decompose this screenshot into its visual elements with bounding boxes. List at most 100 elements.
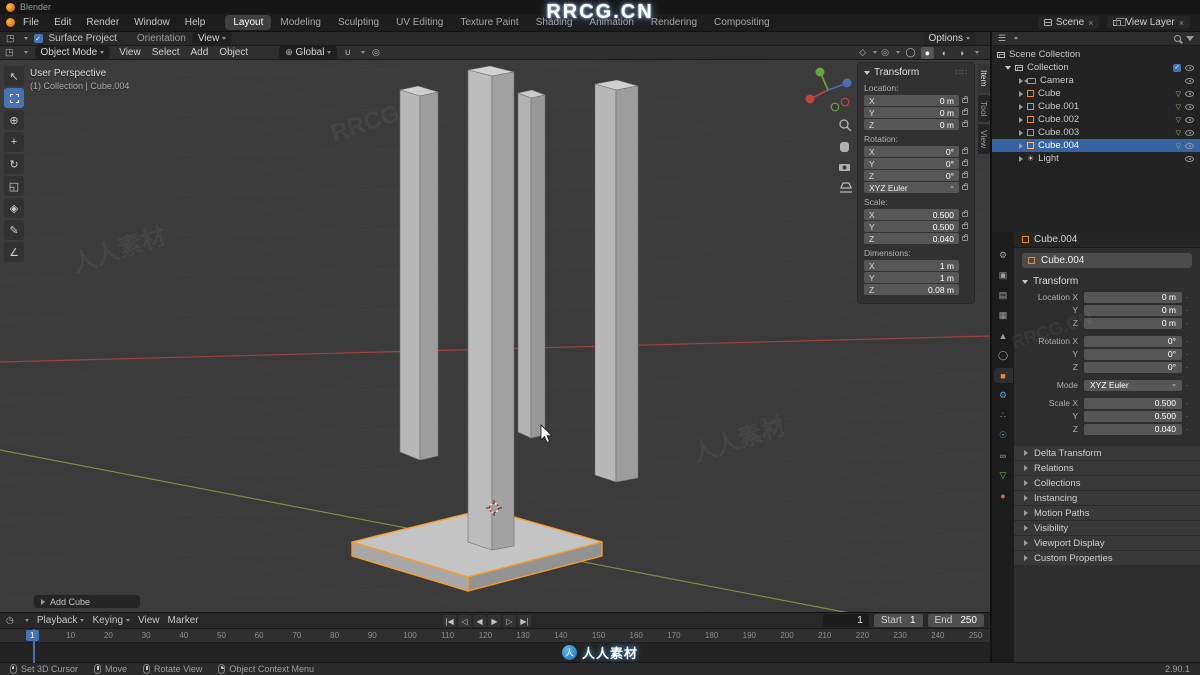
outliner-row-cube-001[interactable]: Cube.001 ▽	[992, 100, 1200, 113]
pillar-mesh-center[interactable]	[467, 65, 515, 551]
visibility-eye-icon[interactable]	[1185, 64, 1194, 71]
menu-file[interactable]: File	[16, 15, 46, 30]
prop-value[interactable]: 0.500	[1084, 397, 1182, 409]
timeline-tick[interactable]: 30	[142, 631, 151, 640]
snap-magnet-icon[interactable]: ∪	[344, 47, 351, 58]
decorate-dot-icon[interactable]: ·	[1182, 399, 1192, 408]
dimensions-x-field[interactable]: X 1 m	[864, 260, 968, 271]
prop-location-y[interactable]: Y 0 m ·	[1022, 304, 1192, 316]
location-x-field[interactable]: X 0 m	[864, 95, 968, 106]
tool-rotate[interactable]: ↻	[4, 154, 24, 174]
pillar-mesh-left[interactable]	[398, 85, 440, 461]
transform-section-header[interactable]: Transform	[1022, 276, 1192, 287]
tool-cursor[interactable]: ⊕	[4, 110, 24, 130]
editor-type-icon[interactable]: ◳	[6, 33, 15, 44]
properties-tab-output[interactable]: ▤	[994, 288, 1013, 303]
playhead-frame-label[interactable]: 1	[26, 630, 39, 641]
properties-tab-particles[interactable]: ∴	[994, 408, 1013, 423]
viewport-menu-view[interactable]: View	[117, 47, 143, 58]
panel-relations[interactable]: Relations	[1014, 460, 1200, 475]
expand-icon[interactable]	[1019, 155, 1023, 162]
location-z-field[interactable]: Z 0 m	[864, 119, 968, 130]
timeline-tick[interactable]: 240	[931, 631, 944, 640]
timeline-menu-playback[interactable]: Playback	[37, 615, 85, 626]
decorate-dot-icon[interactable]: ·	[1182, 293, 1192, 302]
play-reverse-button[interactable]: ◀	[473, 615, 486, 627]
timeline-tick[interactable]: 250	[969, 631, 982, 640]
expand-icon[interactable]	[1019, 129, 1023, 136]
scale-z-field[interactable]: Z 0.040	[864, 233, 968, 244]
timeline-tick[interactable]: 80	[330, 631, 339, 640]
pillar-mesh-right[interactable]	[594, 79, 639, 483]
decorate-dot-icon[interactable]: ·	[1182, 425, 1192, 434]
gizmo-x-axis[interactable]	[805, 94, 815, 104]
object-name-field[interactable]: Cube.004	[1022, 253, 1192, 268]
properties-tab-world[interactable]: ◯	[994, 348, 1013, 363]
panel-delta-transform[interactable]: Delta Transform	[1014, 445, 1200, 460]
timeline-tick[interactable]: 130	[516, 631, 529, 640]
prop-value[interactable]: 0°	[1084, 335, 1182, 347]
decorate-dot-icon[interactable]: ·	[1182, 319, 1192, 328]
timeline-tick[interactable]: 140	[554, 631, 567, 640]
decorate-dot-icon[interactable]: ·	[1182, 363, 1192, 372]
decorate-dot-icon[interactable]: ·	[1182, 306, 1192, 315]
tool-annotate[interactable]: ✎	[4, 220, 24, 240]
end-frame-field[interactable]: End 250	[927, 614, 984, 627]
workspace-tab-animation[interactable]: Animation	[581, 15, 641, 30]
visibility-eye-icon[interactable]	[1185, 116, 1194, 123]
lock-icon[interactable]	[962, 147, 968, 154]
scene-unlink-icon[interactable]: ×	[1088, 18, 1093, 28]
expand-icon[interactable]	[1019, 90, 1023, 97]
tool-tweak[interactable]: ↖	[4, 66, 24, 86]
panel-title[interactable]: Transform	[874, 67, 919, 78]
pillar-mesh-narrow[interactable]	[516, 89, 547, 439]
prop-value[interactable]: 0 m	[1084, 304, 1182, 316]
outliner-row-cube-002[interactable]: Cube.002 ▽	[992, 113, 1200, 126]
workspace-tab-modeling[interactable]: Modeling	[272, 15, 329, 30]
tool-measure[interactable]: ∠	[4, 242, 24, 262]
tool-transform[interactable]: ◈	[4, 198, 24, 218]
operator-panel-add-cube[interactable]: Add Cube	[34, 595, 140, 608]
decorate-dot-icon[interactable]: ·	[1182, 412, 1192, 421]
properties-tab-scene[interactable]: ▲	[994, 328, 1013, 343]
properties-tab-view-layer[interactable]: ▦	[994, 308, 1013, 323]
shading-rendered-icon[interactable]: ◑	[955, 47, 968, 59]
lock-icon[interactable]	[962, 159, 968, 166]
lock-icon[interactable]	[962, 96, 968, 103]
panel-viewport-display[interactable]: Viewport Display	[1014, 535, 1200, 550]
outliner-row-scene-collection[interactable]: Scene Collection	[992, 48, 1200, 61]
timeline-tick[interactable]: 170	[667, 631, 680, 640]
timeline-tick[interactable]: 200	[780, 631, 793, 640]
outliner-row-camera[interactable]: Camera	[992, 74, 1200, 87]
location-y-field[interactable]: Y 0 m	[864, 107, 968, 118]
rotation-y-field[interactable]: Y 0°	[864, 158, 968, 169]
overlays-toggle-icon[interactable]: ◎	[881, 47, 889, 58]
decorate-dot-icon[interactable]: ·	[1182, 381, 1192, 390]
workspace-tab-uv-editing[interactable]: UV Editing	[388, 15, 451, 30]
sidebar-tab-view[interactable]: View	[978, 124, 990, 155]
timeline-tick[interactable]: 70	[292, 631, 301, 640]
lock-icon[interactable]	[962, 210, 968, 217]
expand-icon[interactable]	[1019, 77, 1023, 84]
scene-selector[interactable]: Scene ×	[1037, 16, 1100, 29]
tool-orientation-dropdown[interactable]: View	[191, 32, 233, 45]
timeline-tick[interactable]: 180	[705, 631, 718, 640]
tool-scale[interactable]: ◱	[4, 176, 24, 196]
workspace-tab-shading[interactable]: Shading	[528, 15, 581, 30]
outliner-row-cube[interactable]: Cube ▽	[992, 87, 1200, 100]
shading-material-icon[interactable]: ◐	[938, 47, 951, 59]
panel-custom-properties[interactable]: Custom Properties	[1014, 550, 1200, 565]
gizmo-y-axis-negative[interactable]	[830, 102, 840, 112]
camera-view-icon[interactable]	[839, 164, 850, 171]
prop-value[interactable]: 0 m	[1084, 291, 1182, 303]
jump-to-start-button[interactable]: |◀	[443, 615, 456, 627]
blender-menu-icon[interactable]	[6, 18, 15, 27]
expand-icon[interactable]	[1019, 103, 1023, 110]
navigation-gizmo[interactable]	[805, 67, 852, 112]
prop-scale-z[interactable]: Z 0.040 ·	[1022, 423, 1192, 435]
prop-value[interactable]: 0.500	[1084, 410, 1182, 422]
visibility-eye-icon[interactable]	[1185, 155, 1194, 162]
shading-solid-icon[interactable]: ●	[921, 46, 934, 59]
properties-tab-render[interactable]: ▣	[994, 268, 1013, 283]
prop-rotation-mode[interactable]: Mode XYZ Euler ·	[1022, 379, 1192, 391]
